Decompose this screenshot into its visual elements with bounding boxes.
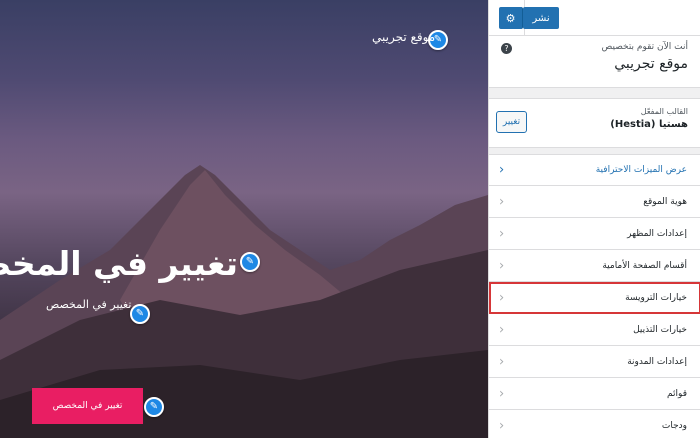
menu-item-menus[interactable]: قوائم ‹ bbox=[489, 378, 700, 410]
menu-item-site-identity[interactable]: هوية الموقع ‹ bbox=[489, 186, 700, 218]
edit-hero-title-pencil-icon[interactable]: ✎ bbox=[240, 252, 260, 272]
customizing-label: أنت الآن تقوم بتخصيص bbox=[601, 42, 688, 52]
hero-title: تغيير في المخصص bbox=[0, 244, 238, 283]
help-icon[interactable]: ? bbox=[501, 43, 512, 54]
customizer-info: أنت الآن تقوم بتخصيص موقع تجريبي ? bbox=[489, 36, 700, 88]
chevron-left-icon: ‹ bbox=[499, 418, 505, 433]
customizer-sidebar: ✕ ⚙ نشر أنت الآن تقوم بتخصيص موقع تجريبي… bbox=[488, 0, 700, 438]
menu-item-widgets[interactable]: ودجات ‹ bbox=[489, 410, 700, 438]
preview-site-title: موقع تجريبي bbox=[372, 30, 436, 44]
menu-item-pro-features[interactable]: عرض الميزات الاحترافية ‹ bbox=[489, 154, 700, 186]
menu-item-header-options[interactable]: خيارات الترويسة ‹ bbox=[489, 282, 700, 314]
customizer-header: ✕ ⚙ نشر bbox=[489, 0, 700, 36]
menu-item-label: عرض الميزات الاحترافية bbox=[595, 165, 687, 175]
menu-item-label: إعدادات المدونة bbox=[627, 356, 687, 367]
edit-hero-subtitle-pencil-icon[interactable]: ✎ bbox=[130, 304, 150, 324]
hero-subtitle: تغيير في المخصص bbox=[46, 298, 132, 311]
menu-item-label: خيارات الترويسة bbox=[625, 292, 687, 303]
chevron-left-icon: ‹ bbox=[499, 162, 505, 178]
menu-item-footer-options[interactable]: خيارات التذييل ‹ bbox=[489, 314, 700, 346]
menu-item-label: خيارات التذييل bbox=[633, 324, 687, 335]
active-theme-panel: القالب المفعّل هستيا (Hestia) تغيير bbox=[489, 98, 700, 148]
active-theme-label: القالب المفعّل bbox=[640, 107, 688, 116]
menu-item-label: قوائم bbox=[667, 388, 687, 399]
chevron-left-icon: ‹ bbox=[499, 226, 505, 241]
customizer-menu: عرض الميزات الاحترافية ‹ هوية الموقع ‹ إ… bbox=[489, 154, 700, 438]
menu-item-label: إعدادات المظهر bbox=[627, 228, 687, 239]
chevron-left-icon: ‹ bbox=[499, 354, 505, 369]
chevron-left-icon: ‹ bbox=[499, 194, 505, 209]
chevron-left-icon: ‹ bbox=[499, 386, 505, 401]
menu-item-appearance-settings[interactable]: إعدادات المظهر ‹ bbox=[489, 218, 700, 250]
change-theme-button[interactable]: تغيير bbox=[496, 111, 527, 133]
menu-item-label: أقسام الصفحة الأمامية bbox=[602, 260, 687, 271]
chevron-left-icon: ‹ bbox=[499, 290, 505, 305]
menu-item-frontpage-sections[interactable]: أقسام الصفحة الأمامية ‹ bbox=[489, 250, 700, 282]
menu-item-label: هوية الموقع bbox=[643, 196, 687, 207]
publish-button[interactable]: نشر bbox=[523, 7, 559, 29]
customizer-window: ✎ موقع تجريبي ✎ تغيير في المخصص ✎ تغيير … bbox=[0, 0, 700, 438]
chevron-left-icon: ‹ bbox=[499, 322, 505, 337]
chevron-left-icon: ‹ bbox=[499, 258, 505, 273]
publish-settings-gear-icon[interactable]: ⚙ bbox=[499, 7, 523, 29]
edit-hero-button-pencil-icon[interactable]: ✎ bbox=[144, 397, 164, 417]
site-preview: ✎ موقع تجريبي ✎ تغيير في المخصص ✎ تغيير … bbox=[0, 0, 488, 438]
theme-name: هستيا (Hestia) bbox=[610, 119, 688, 130]
mountain-background bbox=[0, 165, 488, 438]
hero-button[interactable]: تغيير في المخصص bbox=[32, 388, 143, 424]
menu-item-blog-settings[interactable]: إعدادات المدونة ‹ bbox=[489, 346, 700, 378]
menu-item-label: ودجات bbox=[661, 420, 687, 431]
site-name: موقع تجريبي bbox=[614, 56, 688, 72]
